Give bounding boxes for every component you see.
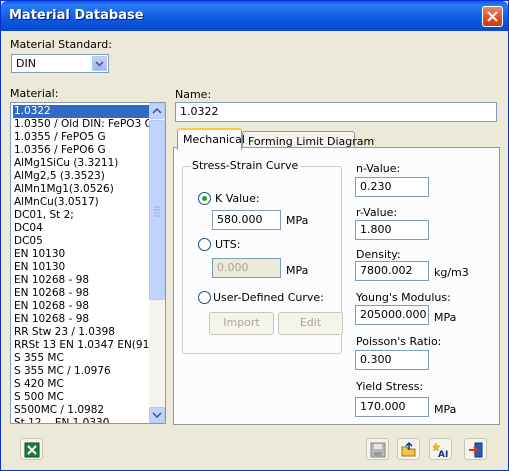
uts-radio[interactable] [198, 238, 211, 251]
material-list-item[interactable]: RR Stw 23 / 1.0398 [13, 326, 149, 339]
material-list-scrollbar[interactable] [149, 103, 165, 423]
material-list-item[interactable]: EN 10268 - 98 [13, 313, 149, 326]
excel-icon [24, 442, 40, 458]
material-standard-label: Material Standard: [10, 38, 112, 51]
youngs-modulus-label: Young's Modulus: [356, 291, 451, 304]
material-list-item[interactable]: S500MC / 1.0982 [13, 404, 149, 417]
user-defined-curve-label: User-Defined Curve: [213, 291, 324, 304]
save-button[interactable] [366, 438, 389, 460]
scroll-thumb[interactable] [149, 120, 165, 300]
window-title: Material Database [9, 8, 144, 23]
material-list-item[interactable]: DC04 [13, 222, 149, 235]
k-value-radio[interactable] [198, 192, 211, 205]
material-standard-dropdown[interactable]: DIN [11, 54, 109, 73]
density-unit: kg/m3 [434, 266, 469, 279]
title-bar[interactable]: Material Database [1, 1, 508, 31]
yield-stress-unit: MPa [434, 403, 457, 416]
density-label: Density: [356, 248, 401, 261]
stress-strain-title: Stress-Strain Curve [190, 159, 301, 172]
material-list-item[interactable]: 1.0350 / Old DIN: FePO3 G [13, 118, 149, 131]
material-list-item[interactable]: DC01, St 2; [13, 209, 149, 222]
chevron-down-icon [95, 61, 104, 67]
material-list-item[interactable]: AlMg2,5 (3.3523) [13, 170, 149, 183]
new-material-button[interactable]: AI [429, 438, 452, 460]
name-input[interactable]: 1.0322 [175, 102, 497, 122]
tab-mechanical[interactable]: Mechanical [177, 128, 245, 150]
scroll-down-button[interactable] [149, 407, 165, 423]
material-list-item[interactable]: 1.0322 [13, 105, 149, 118]
new-material-text: AI [438, 450, 448, 458]
material-list-item[interactable]: DC05 [13, 235, 149, 248]
material-list-item[interactable]: AlMn1Mg1(3.0526) [13, 183, 149, 196]
close-icon [487, 11, 498, 22]
floppy-disk-icon [370, 442, 386, 458]
edit-button[interactable]: Edit [278, 312, 343, 335]
poissons-ratio-label: Poisson's Ratio: [356, 335, 442, 348]
k-value-label: K Value: [215, 192, 260, 205]
n-value-label: n-Value: [356, 162, 401, 175]
close-button[interactable] [482, 6, 503, 27]
new-material-icon: AI [433, 442, 448, 458]
material-list-item[interactable]: 1.0355 / FePO5 G [13, 131, 149, 144]
material-list-item[interactable]: S 355 MC / 1.0976 [13, 365, 149, 378]
material-list-item[interactable]: 1.0356 / FePO6 G [13, 144, 149, 157]
r-value-input[interactable]: 1.800 [355, 220, 429, 240]
name-label: Name: [175, 88, 212, 101]
material-list-item[interactable]: EN 10130 [13, 261, 149, 274]
dropdown-arrow-button[interactable] [92, 56, 107, 71]
chevron-up-icon [152, 107, 162, 114]
material-database-window: Material Database Material Standard: DIN… [0, 0, 509, 471]
exit-button[interactable] [464, 438, 487, 460]
material-list-item[interactable]: AlMg1SiCu (3.3211) [13, 157, 149, 170]
material-list-item[interactable]: AlMnCu(3.0517) [13, 196, 149, 209]
youngs-modulus-input[interactable]: 205000.000 [355, 305, 429, 325]
open-folder-icon [401, 442, 416, 457]
import-button[interactable]: Import [209, 312, 274, 335]
material-list-item[interactable]: RRSt 13 EN 1.0347 EN(91) [13, 339, 149, 352]
poissons-ratio-input[interactable]: 0.300 [355, 350, 429, 370]
chevron-down-icon [152, 412, 162, 419]
material-list-item[interactable]: EN 10268 - 98 [13, 287, 149, 300]
n-value-input[interactable]: 0.230 [355, 177, 429, 197]
uts-label: UTS: [215, 238, 241, 251]
material-list-label: Material: [10, 87, 59, 100]
exit-door-icon [469, 442, 483, 458]
material-list-item[interactable]: EN 10268 - 98 [13, 274, 149, 287]
material-list-item[interactable]: EN 10130 [13, 248, 149, 261]
material-list-item[interactable]: S 500 MC [13, 391, 149, 404]
material-list-item[interactable]: EN 10268 - 98 [13, 300, 149, 313]
material-list-item[interactable]: S 355 MC [13, 352, 149, 365]
export-excel-button[interactable] [20, 438, 43, 460]
uts-input: 0.000 [212, 258, 281, 278]
open-button[interactable] [397, 438, 420, 460]
material-standard-value: DIN [16, 57, 36, 70]
uts-unit: MPa [286, 264, 309, 277]
k-value-unit: MPa [286, 214, 309, 227]
material-list-item[interactable]: St 12 ...EN 1.0330 [13, 417, 149, 423]
yield-stress-label: Yield Stress: [356, 380, 424, 393]
material-listbox[interactable]: 1.0322 1.0350 / Old DIN: FePO3 G 1.0355 / … [10, 102, 166, 424]
r-value-label: r-Value: [356, 206, 398, 219]
density-input[interactable]: 7800.002 [355, 261, 429, 281]
material-list-item[interactable]: S 420 MC [13, 378, 149, 391]
user-defined-curve-radio[interactable] [198, 291, 211, 304]
grip-icon [154, 206, 160, 217]
youngs-modulus-unit: MPa [434, 311, 457, 324]
radio-selected-dot [202, 196, 207, 201]
scroll-up-button[interactable] [149, 103, 165, 119]
k-value-input[interactable]: 580.000 [212, 210, 281, 230]
yield-stress-input[interactable]: 170.000 [355, 397, 429, 417]
